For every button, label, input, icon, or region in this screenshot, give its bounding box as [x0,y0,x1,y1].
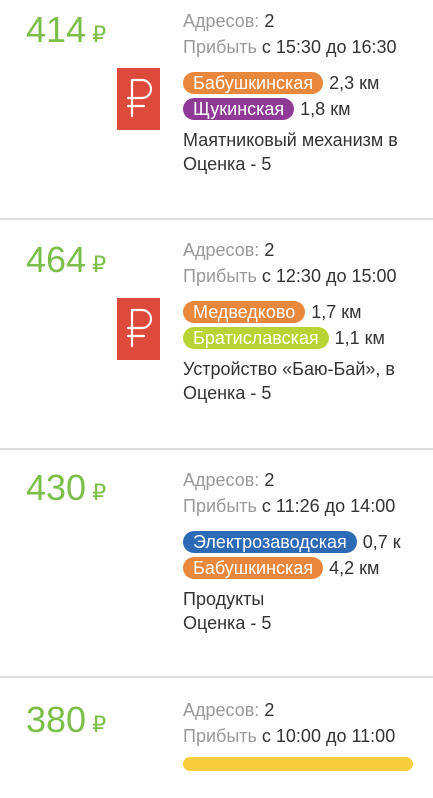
time-to: 11:00 [351,726,396,746]
arrival-window: Прибыть с 15:30 до 16:30 [183,34,433,60]
from-label: с [261,726,271,746]
order-list[interactable]: 414 ₽ Адресов: 2 Прибыть с 15:30 до 16:30… [0,0,433,798]
addresses-count: Адресов: 2 [183,467,433,493]
metro-station: Щукинская 1,8 км [183,96,433,122]
arrive-label: Прибыть [183,496,257,516]
metro-station-pill: Медведково [183,301,306,323]
order-rating: Оценка - 5 [183,383,272,403]
from-label: с [261,496,271,516]
price-value: 414 [26,9,87,50]
metro-distance: 2,3 км [329,72,380,93]
addresses-value: 2 [264,11,275,31]
arrival-window: Прибыть с 10:00 до 11:00 [183,723,433,749]
addresses-label: Адресов: [183,240,260,260]
order-price: 430 ₽ [26,468,106,513]
ruble-sign: ₽ [92,480,107,505]
metro-distance: 0,7 к [362,531,401,552]
order-info: Адресов: 2 Прибыть с 11:26 до 14:00 Элек… [183,467,433,635]
to-label: до [325,37,347,57]
metro-station-pill: Электрозаводская [183,531,357,553]
metro-station: Братиславская 1,1 км [183,325,433,351]
metro-station: Бабушкинская 2,3 км [183,70,433,96]
order-description: Устройство «Баю-Бай», в [183,359,395,379]
cash-payment-icon [117,298,160,360]
cash-payment-icon [117,68,160,130]
metro-station: Электрозаводская 0,7 к [183,529,433,555]
time-from: 11:26 [275,496,320,516]
metro-distance: 1,1 км [334,327,385,348]
arrival-window: Прибыть с 11:26 до 14:00 [183,493,433,519]
order-description: Продукты [183,589,265,609]
price-value: 380 [26,699,87,740]
order-info: Адресов: 2 Прибыть с 10:00 до 11:00 [183,697,433,771]
metro-station-pill: Братиславская [183,327,329,349]
metro-distance: 1,8 км [300,98,351,119]
arrive-label: Прибыть [183,37,257,57]
order-card[interactable]: 414 ₽ Адресов: 2 Прибыть с 15:30 до 16:30… [0,0,433,218]
order-price: 414 ₽ [26,10,106,55]
metro-station-pill: Щукинская [183,98,295,120]
order-description: Маятниковый механизм в [183,130,398,150]
addresses-label: Адресов: [183,11,260,31]
addresses-count: Адресов: 2 [183,8,433,34]
metro-station: Медведково 1,7 км [183,299,433,325]
addresses-label: Адресов: [183,700,260,720]
order-info: Адресов: 2 Прибыть с 12:30 до 15:00 Медв… [183,237,433,405]
order-card[interactable]: 464 ₽ Адресов: 2 Прибыть с 12:30 до 15:00… [0,220,433,448]
addresses-value: 2 [264,240,275,260]
addresses-value: 2 [264,700,275,720]
time-to: 15:00 [351,266,397,286]
metro-station-pill: Бабушкинская [183,557,324,579]
order-price: 380 ₽ [26,700,106,745]
ruble-sign: ₽ [92,22,107,47]
metro-distance: 1,7 км [311,301,362,322]
ruble-sign: ₽ [92,712,107,737]
time-from: 12:30 [275,266,321,286]
order-card[interactable]: 380 ₽ Адресов: 2 Прибыть с 10:00 до 11:00 [0,678,433,798]
time-to: 14:00 [350,496,396,516]
time-from: 10:00 [275,726,321,746]
metro-station-pill: Бабушкинская [183,72,324,94]
order-card[interactable]: 430 ₽ Адресов: 2 Прибыть с 11:26 до 14:00… [0,450,433,676]
metro-station-pill [183,757,413,771]
order-rating: Оценка - 5 [183,154,272,174]
order-rating: Оценка - 5 [183,613,272,633]
metro-distance: 4,2 км [329,557,380,578]
price-value: 430 [26,467,87,508]
metro-station: Бабушкинская 4,2 км [183,555,433,581]
order-price: 464 ₽ [26,240,106,285]
to-label: до [324,496,346,516]
addresses-count: Адресов: 2 [183,697,433,723]
arrival-window: Прибыть с 12:30 до 15:00 [183,263,433,289]
arrive-label: Прибыть [183,266,257,286]
addresses-value: 2 [264,470,275,490]
from-label: с [261,266,271,286]
arrive-label: Прибыть [183,726,257,746]
addresses-label: Адресов: [183,470,260,490]
time-to: 16:30 [351,37,397,57]
from-label: с [261,37,271,57]
to-label: до [325,726,347,746]
ruble-sign: ₽ [92,252,107,277]
time-from: 15:30 [275,37,321,57]
addresses-count: Адресов: 2 [183,237,433,263]
to-label: до [325,266,347,286]
order-info: Адресов: 2 Прибыть с 15:30 до 16:30 Бабу… [183,8,433,176]
price-value: 464 [26,239,87,280]
